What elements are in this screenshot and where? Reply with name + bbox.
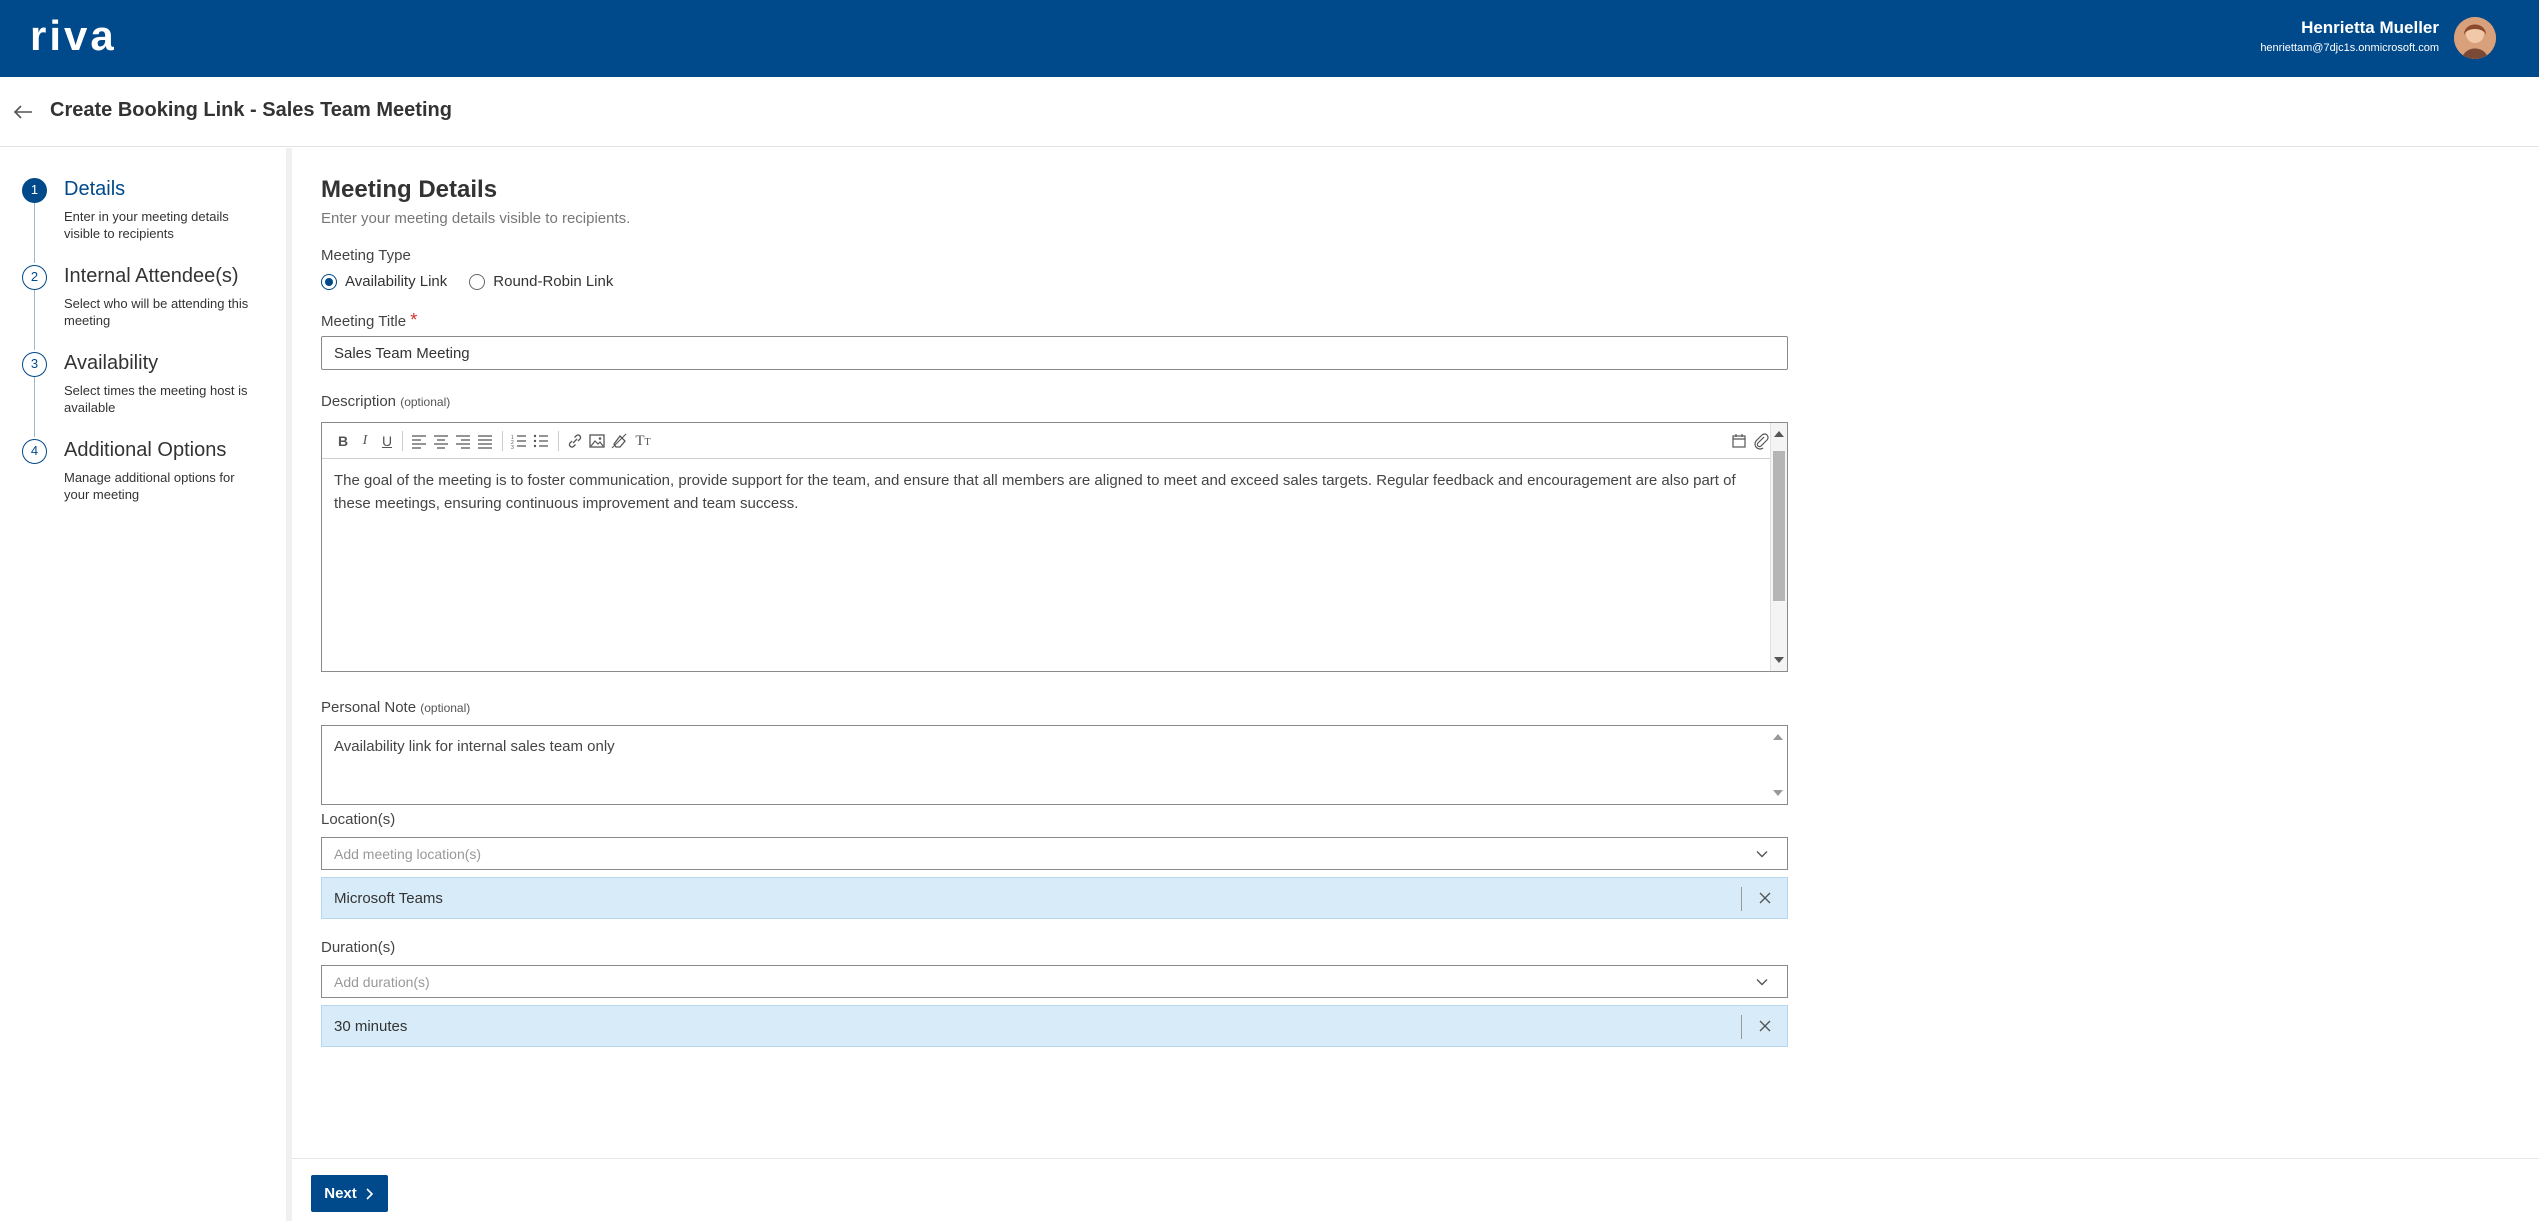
radio-round-robin-link[interactable] [469,273,486,290]
optional-tag: (optional) [420,701,471,715]
bold-icon[interactable]: B [334,432,352,450]
personal-note-text: Availability link for internal sales tea… [334,738,615,755]
chevron-right-icon [366,1187,373,1200]
description-editor[interactable]: B I U 123 TT The goal of the meeting is … [321,422,1788,672]
text-size-icon[interactable]: TT [634,432,652,450]
meeting-title-label-text: Meeting Title [321,313,407,330]
editor-toolbar: B I U 123 TT [322,423,1771,459]
step-description: Enter in your meeting details visible to… [64,209,229,241]
step-connector [34,377,35,437]
step-connector [34,203,35,263]
calendar-icon[interactable] [1730,432,1748,450]
step-number: 3 [22,352,47,377]
next-button[interactable]: Next [311,1175,388,1212]
stepper-sidebar: 1 Details Enter in your meeting details … [0,148,292,1221]
scroll-up-arrow-icon[interactable] [1774,431,1784,437]
location-placeholder: Add meeting location(s) [334,846,482,862]
step-title: Additional Options [64,439,227,461]
avatar-image [2454,17,2496,59]
footer-bar: Next [292,1158,2539,1221]
editor-scrollbar[interactable] [1770,423,1787,671]
duration-label: Duration(s) [321,939,396,956]
toolbar-divider [558,431,559,451]
link-icon[interactable] [566,432,584,450]
personal-note-textarea[interactable]: Availability link for internal sales tea… [321,725,1788,805]
avatar[interactable] [2454,17,2496,59]
back-arrow-icon[interactable] [12,101,34,123]
location-chip: Microsoft Teams [321,877,1788,919]
meeting-title-input[interactable] [321,336,1788,370]
step-number: 2 [22,265,47,290]
chip-divider [1741,887,1742,911]
toolbar-divider [502,431,503,451]
step-title: Availability [64,352,159,374]
svg-text:3: 3 [511,445,514,450]
user-info[interactable]: Henrietta Mueller henriettam@7djc1s.onmi… [2260,18,2439,56]
align-center-icon[interactable] [432,432,450,450]
chevron-down-icon[interactable] [1755,847,1769,861]
duration-select[interactable]: Add duration(s) [321,965,1788,998]
scrollbar-thumb[interactable] [1773,451,1785,601]
scroll-up-arrow-icon[interactable] [1773,734,1783,740]
personal-note-label: Personal Note (optional) [321,699,470,716]
duration-chip-label: 30 minutes [334,1018,408,1035]
user-email: henriettam@7djc1s.onmicrosoft.com [2260,42,2439,54]
meeting-type-radio-group: Availability Link Round-Robin Link [321,273,635,290]
align-justify-icon[interactable] [476,432,494,450]
step-title: Internal Attendee(s) [64,265,239,287]
step-description: Manage additional options for your meeti… [64,470,235,502]
meeting-title-label: Meeting Title * [321,310,417,331]
location-label: Location(s) [321,811,396,828]
riva-logo[interactable]: riva [30,16,142,56]
page-header: Create Booking Link - Sales Team Meeting [0,77,2539,147]
scroll-down-arrow-icon[interactable] [1774,657,1784,663]
location-chip-label: Microsoft Teams [334,890,443,907]
scroll-down-arrow-icon[interactable] [1773,790,1783,796]
personal-note-label-text: Personal Note [321,699,417,716]
chevron-down-icon[interactable] [1755,975,1769,989]
underline-icon[interactable]: U [378,432,396,450]
step-description: Select times the meeting host is availab… [64,383,248,415]
description-label: Description (optional) [321,393,450,410]
ordered-list-icon[interactable]: 123 [510,432,528,450]
svg-text:riva: riva [30,16,117,56]
align-left-icon[interactable] [410,432,428,450]
remove-duration-close-icon[interactable] [1758,1019,1772,1033]
attachment-icon[interactable] [1752,432,1770,450]
next-button-label: Next [324,1185,357,1202]
required-mark: * [410,310,418,330]
step-number: 4 [22,439,47,464]
clear-format-icon[interactable] [610,432,628,450]
radio-availability-link[interactable] [321,273,337,290]
duration-placeholder: Add duration(s) [334,974,430,990]
section-subtitle: Enter your meeting details visible to re… [321,210,631,227]
user-name: Henrietta Mueller [2301,18,2439,37]
step-title: Details [64,178,126,200]
step-description: Select who will be attending this meetin… [64,296,249,328]
remove-location-close-icon[interactable] [1758,891,1772,905]
image-icon[interactable] [588,432,606,450]
align-right-icon[interactable] [454,432,472,450]
page-title: Create Booking Link - Sales Team Meeting [50,99,452,121]
chip-divider [1741,1015,1742,1039]
bullet-list-icon[interactable] [532,432,550,450]
radio-round-robin-link-label[interactable]: Round-Robin Link [493,273,613,290]
meeting-type-label: Meeting Type [321,247,411,264]
note-scrollbar[interactable] [1770,726,1787,804]
description-text[interactable]: The goal of the meeting is to foster com… [334,469,1754,515]
top-bar: riva Henrietta Mueller henriettam@7djc1s… [0,0,2539,77]
location-select[interactable]: Add meeting location(s) [321,837,1788,870]
section-title: Meeting Details [321,176,498,203]
optional-tag: (optional) [400,395,451,409]
description-label-text: Description [321,393,397,410]
italic-icon[interactable]: I [356,432,374,450]
duration-chip: 30 minutes [321,1005,1788,1047]
main-form: Meeting Details Enter your meeting detai… [298,148,2539,1158]
radio-availability-link-label[interactable]: Availability Link [345,273,447,290]
toolbar-divider [402,431,403,451]
step-connector [34,290,35,350]
step-number: 1 [22,178,47,203]
